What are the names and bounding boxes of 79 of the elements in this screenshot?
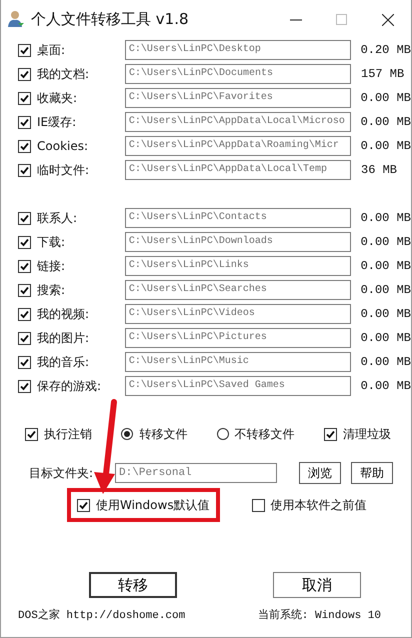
folder-label: 我的文档: xyxy=(37,66,90,83)
browse-button[interactable]: 浏览 xyxy=(299,462,342,484)
checkbox[interactable] xyxy=(324,428,337,440)
size-text: 0.00 MB xyxy=(360,354,411,371)
path-field[interactable]: C:\Users\LinPC\Searches xyxy=(124,280,351,300)
size-text: 0.00 MB xyxy=(360,90,411,107)
path-field[interactable]: C:\Users\LinPC\AppData\Local\Temp xyxy=(125,160,351,180)
checkbox[interactable] xyxy=(18,308,31,320)
checkbox[interactable] xyxy=(18,116,31,128)
checkbox[interactable] xyxy=(252,498,265,512)
action-button[interactable]: 取消 xyxy=(273,572,361,598)
folder-label: 临时文件: xyxy=(37,162,90,179)
option-label: 使用Windows默认值 xyxy=(96,497,210,514)
checkbox[interactable] xyxy=(77,498,90,512)
checkbox[interactable] xyxy=(18,380,31,392)
folder-label: 保存的游戏: xyxy=(37,378,102,395)
radio-button[interactable] xyxy=(216,428,229,440)
size-text: 0.00 MB xyxy=(360,330,411,347)
radio-button[interactable] xyxy=(121,428,134,440)
option-label: 执行注销 xyxy=(44,426,92,443)
path-field[interactable]: C:\Users\LinPC\Pictures xyxy=(124,328,351,348)
checkbox[interactable] xyxy=(18,260,31,272)
path-field[interactable]: C:\Users\LinPC\AppData\Roaming\Micr xyxy=(124,136,351,156)
checkbox[interactable] xyxy=(18,164,31,176)
checkbox[interactable] xyxy=(25,428,38,440)
folder-label: 联系人: xyxy=(37,210,78,227)
checkbox[interactable] xyxy=(18,140,31,152)
folder-label: 下载: xyxy=(37,234,66,251)
path-field[interactable]: C:\Users\LinPC\Contacts xyxy=(124,208,351,228)
size-text: 0.00 MB xyxy=(360,306,411,323)
size-text: 0.00 MB xyxy=(360,282,411,299)
folder-label: 搜索: xyxy=(37,282,66,299)
folder-label: 我的图片: xyxy=(37,330,90,347)
option-label: 不转移文件 xyxy=(234,426,295,443)
action-button[interactable]: 转移 xyxy=(89,572,177,598)
checkbox[interactable] xyxy=(18,236,31,248)
target-folder-field[interactable]: D:\Personal xyxy=(115,463,278,483)
size-text: 0.00 MB xyxy=(360,378,411,395)
size-text: 0.00 MB xyxy=(360,234,411,251)
path-field[interactable]: C:\Users\LinPC\Videos xyxy=(124,304,351,324)
checkbox[interactable] xyxy=(18,284,31,296)
size-text: 157 MB xyxy=(361,66,404,83)
checkbox[interactable] xyxy=(18,68,31,80)
checkbox[interactable] xyxy=(18,92,31,104)
path-field[interactable]: C:\Users\LinPC\Music xyxy=(124,352,351,372)
website-text: DOS之家 http://doshome.com xyxy=(18,608,186,624)
folder-label: 我的音乐: xyxy=(37,354,90,371)
window-title: 个人文件转移工具 v1.8 xyxy=(31,8,190,30)
close-icon[interactable] xyxy=(382,14,394,26)
size-text: 0.00 MB xyxy=(360,210,411,227)
folder-label: IE缓存: xyxy=(37,114,78,131)
option-label: 转移文件 xyxy=(139,426,188,443)
checkbox[interactable] xyxy=(18,356,31,368)
folder-label: 链接: xyxy=(37,258,66,275)
size-text: 0.20 MB xyxy=(360,42,411,59)
size-text: 36 MB xyxy=(361,162,398,179)
checkbox[interactable] xyxy=(18,212,31,224)
size-text: 0.00 MB xyxy=(360,138,411,155)
option-label: 清理垃圾 xyxy=(342,426,391,443)
path-field[interactable]: C:\Users\LinPC\Downloads xyxy=(124,232,351,252)
path-field[interactable]: C:\Users\LinPC\Desktop xyxy=(124,40,351,60)
target-label: 目标文件夹: xyxy=(29,465,94,482)
checkbox[interactable] xyxy=(18,332,31,344)
folder-label: 我的视频: xyxy=(37,306,90,323)
system-text: 当前系统: Windows 10 xyxy=(258,608,381,624)
path-field[interactable]: C:\Users\LinPC\Links xyxy=(124,256,351,276)
folder-label: Cookies: xyxy=(37,138,90,155)
person-icon xyxy=(7,10,25,28)
folder-label: 收藏夹: xyxy=(37,90,78,107)
path-field[interactable]: C:\Users\LinPC\AppData\Local\Microso xyxy=(124,112,351,132)
path-field[interactable]: C:\Users\LinPC\Documents xyxy=(125,64,351,84)
path-field[interactable]: C:\Users\LinPC\Saved Games xyxy=(124,376,351,396)
help-button[interactable]: 帮助 xyxy=(351,462,394,484)
size-text: 0.00 MB xyxy=(360,258,411,275)
checkbox[interactable] xyxy=(18,44,31,56)
size-text: 0.00 MB xyxy=(360,114,411,131)
path-field[interactable]: C:\Users\LinPC\Favorites xyxy=(124,88,351,108)
option-label: 使用本软件之前值 xyxy=(270,497,367,514)
folder-label: 桌面: xyxy=(37,42,66,59)
